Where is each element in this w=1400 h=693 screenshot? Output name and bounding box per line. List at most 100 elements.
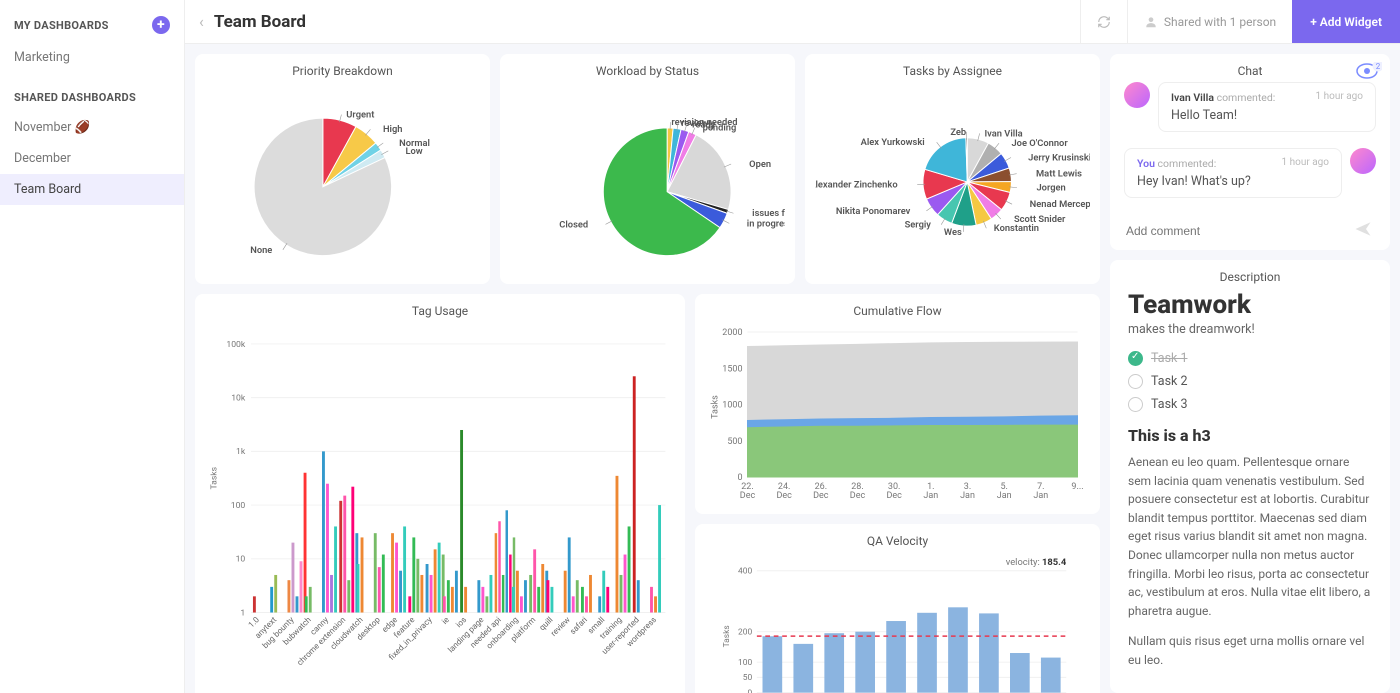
svg-text:100k: 100k [226,340,246,350]
svg-text:30.Dec: 30.Dec [886,482,902,501]
svg-text:Jerry Krusinski: Jerry Krusinski [1028,152,1090,163]
shared-button[interactable]: Shared with 1 person [1127,0,1292,43]
svg-text:Urgent: Urgent [346,109,374,120]
desc-p2: Nullam quis risus eget urna mollis ornar… [1128,632,1372,669]
svg-text:7.Jan: 7.Jan [1033,482,1048,501]
desc-sub: makes the dreamwork! [1128,322,1372,337]
task-check-icon[interactable] [1128,374,1143,389]
workload-status-card: Workload by Status revision neededreview… [500,54,795,284]
svg-text:9...: 9... [1071,482,1083,492]
svg-text:pending: pending [703,123,737,134]
svg-text:Low: Low [405,146,422,157]
back-icon[interactable]: ‹ [199,12,214,31]
priority-breakdown-card: Priority Breakdown UrgentHighNormalLowNo… [195,54,490,284]
sidebar-item[interactable]: December [0,143,184,174]
chat-eye-badge[interactable]: 2 [1356,62,1382,84]
page-title: Team Board [214,12,306,32]
assignee-title: Tasks by Assignee [815,64,1090,78]
svg-text:1k: 1k [236,447,246,457]
svg-text:Jorgen: Jorgen [1036,183,1065,194]
svg-text:High: High [383,124,403,135]
task-row[interactable]: Task 3 [1128,397,1372,412]
svg-text:Alex Yurkowski: Alex Yurkowski [861,137,925,148]
svg-text:24.Dec: 24.Dec [776,482,792,501]
svg-text:22.Dec: 22.Dec [740,482,756,501]
chat-message: Ivan Villa commented:1 hour agoHello Tea… [1124,82,1376,140]
priority-title: Priority Breakdown [205,64,480,78]
cumulative-flow-card: Cumulative Flow 0500100015002000Tasks22.… [695,294,1100,514]
svg-text:Closed: Closed [559,219,588,230]
sidebar-item[interactable]: Marketing [0,42,184,73]
svg-text:100: 100 [231,501,246,511]
svg-text:1000: 1000 [722,401,742,411]
topbar: ‹ Team Board Shared with 1 person + Add … [185,0,1400,44]
svg-text:2: 2 [1376,62,1381,71]
refresh-button[interactable] [1080,0,1127,43]
svg-text:Konstantin: Konstantin [994,223,1039,234]
svg-text:Wes: Wes [944,227,962,238]
sidebar: MY DASHBOARDS + Marketing SHARED DASHBOA… [0,0,185,693]
task-row[interactable]: Task 1 [1128,351,1372,366]
task-label: Task 2 [1151,374,1187,389]
chat-input[interactable] [1126,224,1344,238]
chat-card: Chat 2 Ivan Villa commented:1 hour agoHe… [1110,54,1390,250]
desc-title: Description [1128,270,1372,284]
svg-text:velocity: 185.4: velocity: 185.4 [1006,557,1067,568]
svg-text:Alexander Zinchenko: Alexander Zinchenko [815,180,898,191]
svg-text:Zeb: Zeb [950,127,966,138]
task-check-icon[interactable] [1128,397,1143,412]
desc-h1: Teamwork [1128,290,1372,320]
avatar [1350,148,1376,174]
qa-velocity-card: QA Velocity 0 50 100 200 400 Tasks velocity: 1… [695,524,1100,693]
svg-text:review: review [548,615,572,639]
svg-text:28.Dec: 28.Dec [850,482,866,501]
svg-text:Nenad Mercep: Nenad Mercep [1030,199,1090,210]
tag-title: Tag Usage [205,304,675,318]
add-dashboard-button[interactable]: + [152,16,170,34]
svg-text:3.Jan: 3.Jan [960,482,975,501]
svg-text:Nikita Ponomarev: Nikita Ponomarev [836,206,911,217]
chat-message: You commented:1 hour agoHey Ivan! What's… [1124,148,1376,206]
tag-usage-card: Tag Usage 1101001k10k100kTasks1.0anytext… [195,294,685,693]
svg-text:Joe O'Connor: Joe O'Connor [1011,138,1068,149]
avatar [1124,82,1150,108]
svg-text:400: 400 [738,567,752,577]
svg-text:Open: Open [749,159,771,170]
svg-text:26.Dec: 26.Dec [813,482,829,501]
svg-text:5.Jan: 5.Jan [997,482,1012,501]
svg-text:1500: 1500 [722,364,742,374]
svg-text:2000: 2000 [722,328,742,338]
description-card: Description Teamwork makes the dreamwork… [1110,260,1390,693]
svg-text:in progress: in progress [747,218,785,229]
svg-text:100: 100 [738,658,752,668]
add-widget-button[interactable]: + Add Widget [1292,0,1400,43]
task-row[interactable]: Task 2 [1128,374,1372,389]
tasks-assignee-card: Tasks by Assignee Ivan VillaJoe O'Connor… [805,54,1100,284]
send-icon[interactable] [1352,220,1374,242]
desc-h3: This is a h3 [1128,426,1372,445]
shared-dashboards-label: SHARED DASHBOARDS [14,91,136,104]
svg-text:Tasks: Tasks [722,625,732,647]
qa-title: QA Velocity [705,534,1090,548]
svg-text:200: 200 [738,628,752,638]
my-dashboards-label: MY DASHBOARDS [14,19,109,32]
svg-text:Matt Lewis: Matt Lewis [1036,169,1082,180]
svg-text:Tasks: Tasks [711,395,721,419]
task-check-icon[interactable] [1128,351,1143,366]
chat-title: Chat [1124,64,1376,78]
svg-text:safari: safari [567,615,589,637]
desc-p1: Aenean eu leo quam. Pellentesque ornare … [1128,453,1372,620]
sidebar-item[interactable]: November 🏈 [0,112,184,143]
svg-text:1.Jan: 1.Jan [923,482,938,501]
flow-title: Cumulative Flow [705,304,1090,318]
svg-text:10k: 10k [231,394,246,404]
workload-title: Workload by Status [510,64,785,78]
svg-text:Tasks: Tasks [210,466,220,489]
svg-text:0: 0 [747,688,752,693]
svg-text:500: 500 [727,437,742,447]
svg-text:50: 50 [743,673,753,683]
svg-text:Sergiy: Sergiy [905,220,932,231]
sidebar-item[interactable]: Team Board [0,174,184,205]
task-label: Task 3 [1151,397,1187,412]
svg-text:1: 1 [240,608,245,618]
